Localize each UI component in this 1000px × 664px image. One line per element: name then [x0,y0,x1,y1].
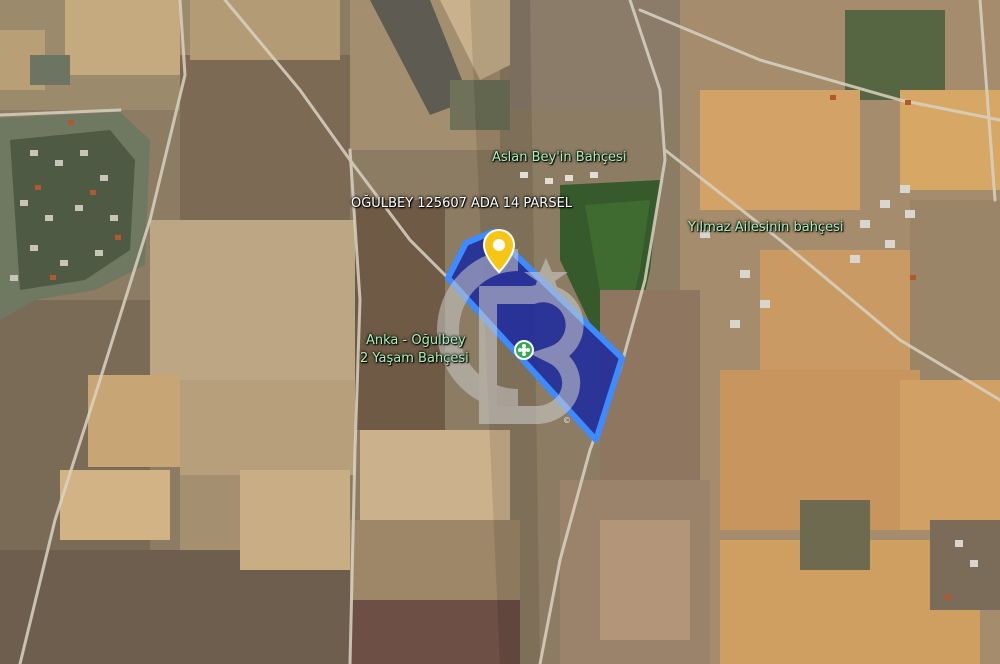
yilmaz-garden-label[interactable]: Yılmaz Ailesinin bahçesi [688,220,843,236]
anka-garden-label-line1[interactable]: Anka - Oğulbey [366,333,466,349]
watermark-copyright: © [563,416,571,425]
aslan-garden-label[interactable]: Aslan Bey'in Bahçesi [492,150,626,166]
parcel-label: OĞULBEY 125607 ADA 14 PARSEL [351,196,573,211]
satellite-map[interactable]: © OĞULBEY 125607 ADA 14 PARSEL Aslan Bey… [0,0,1000,664]
anka-garden-label-line2[interactable]: 2 Yaşam Bahçesi [360,351,469,367]
garden-poi-icon[interactable] [514,340,534,360]
location-pin-icon[interactable] [482,228,516,279]
